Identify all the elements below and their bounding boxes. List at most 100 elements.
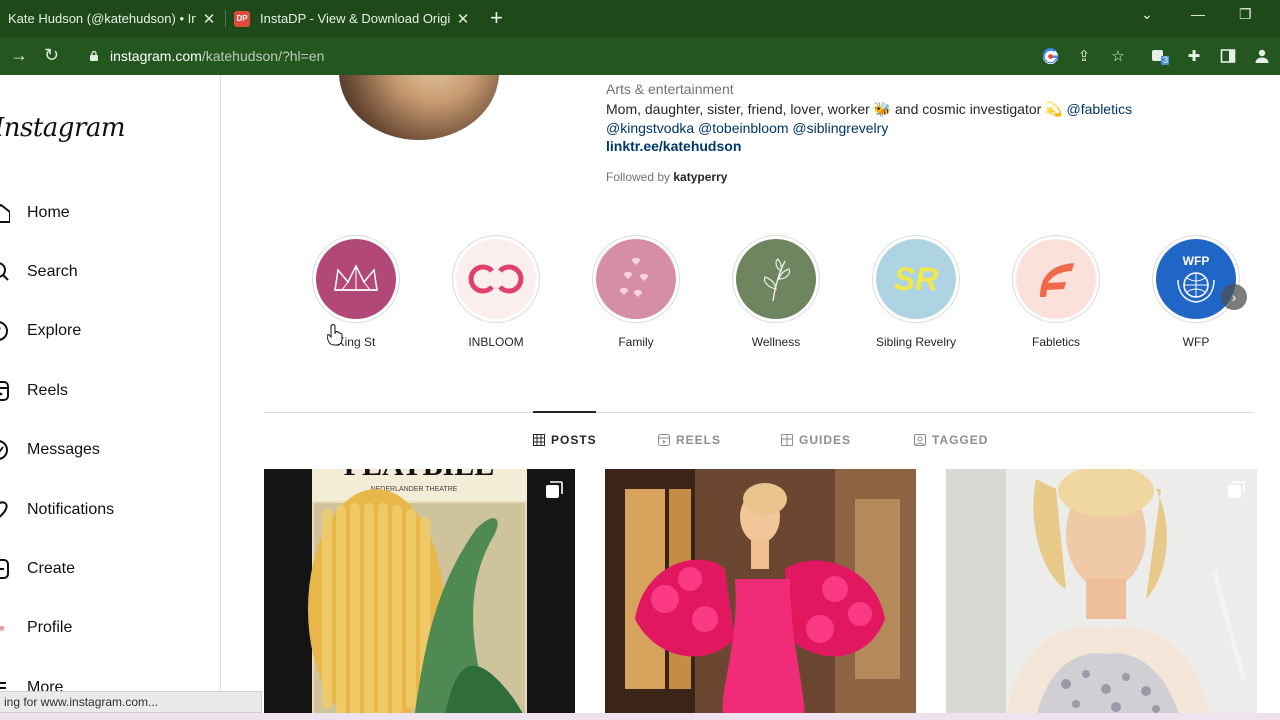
sidebar-item-label: Create: [27, 560, 76, 577]
instagram-logo[interactable]: Instagram: [0, 113, 126, 143]
address-bar: → ↻ instagram.com/katehudson/?hl=en ⇪ ☆ …: [0, 37, 1280, 75]
followed-prefix: Followed by: [606, 170, 674, 184]
url-host: instagram.com: [110, 48, 202, 64]
tab-title: InstaDP - View & Download Original: [260, 11, 450, 26]
sidebar-item-label: Reels: [27, 382, 68, 399]
sidebar-item-profile[interactable]: Profile: [0, 613, 72, 643]
profile-avatar[interactable]: [339, 75, 499, 140]
sidebar-item-label: Explore: [27, 322, 82, 339]
highlight-label: Family: [618, 335, 654, 349]
tab-label: TAGGED: [932, 433, 989, 447]
sidebar-item-reels[interactable]: Reels: [0, 376, 68, 406]
sibling-revelry-logo-icon: SR: [876, 239, 956, 319]
pink-gown-photo: [605, 469, 916, 720]
post-thumbnail[interactable]: [946, 469, 1257, 720]
sidebar-item-label: Search: [27, 263, 78, 280]
wfp-logo-icon: WFP: [1156, 239, 1236, 319]
new-tab-icon[interactable]: +: [490, 6, 503, 30]
bio-text: Mom, daughter, sister, friend, lover, wo…: [606, 101, 874, 117]
playbill-corn-image: PLAYBILL NEDERLANDER THEATRE: [264, 469, 575, 720]
url-input[interactable]: instagram.com/katehudson/?hl=en: [76, 42, 1076, 70]
followed-by-user-link[interactable]: katyperry: [673, 170, 727, 184]
profile-avatar-icon: [0, 626, 4, 631]
post-thumbnail[interactable]: [605, 469, 916, 720]
bio-mention-links[interactable]: @kingstvodka @tobeinbloom @siblingrevelr…: [606, 120, 888, 136]
highlight-fabletics[interactable]: Fabletics: [1008, 235, 1104, 349]
close-tab-icon[interactable]: ✕: [202, 10, 216, 28]
tab-label: GUIDES: [799, 433, 852, 447]
inbloom-logo-icon: [456, 239, 536, 319]
highlight-label: Wellness: [751, 335, 801, 349]
reels-icon: [0, 381, 9, 401]
sidebar-item-label: Profile: [27, 619, 73, 636]
tab-posts[interactable]: POSTS: [533, 433, 597, 447]
hearts-icon: [596, 239, 676, 319]
tab-guides[interactable]: GUIDES: [781, 433, 851, 447]
sidebar-item-home[interactable]: Home: [0, 198, 70, 228]
fabletics-logo-icon: [1016, 239, 1096, 319]
sidebar-item-messages[interactable]: Messages: [0, 435, 100, 465]
minimize-icon[interactable]: —: [1191, 6, 1205, 22]
playbill-title: PLAYBILL: [344, 469, 495, 482]
tab-title: Kate Hudson (@katehudson) • Instagram: [8, 11, 196, 26]
sidebar-item-notifications[interactable]: Notifications: [0, 495, 114, 525]
sidebar-item-label: Messages: [27, 441, 100, 458]
highlight-label: King St: [336, 335, 376, 349]
tab-tagged[interactable]: TAGGED: [914, 433, 988, 447]
extension-count: 3: [1163, 55, 1169, 65]
compass-icon: [0, 321, 8, 341]
side-panel-icon[interactable]: [1219, 47, 1237, 65]
sidebar-item-explore[interactable]: Explore: [0, 316, 81, 346]
browser-status-bubble: ing for www.instagram.com...: [0, 691, 262, 713]
messenger-icon: [0, 440, 8, 460]
followed-by-text: Followed by katyperry: [606, 170, 727, 184]
active-tab-indicator: [533, 411, 596, 413]
extension-badge-icon[interactable]: 3: [1151, 47, 1169, 65]
browser-tab-bar: Kate Hudson (@katehudson) • Instagram ✕ …: [0, 0, 1280, 37]
guides-icon: [781, 434, 793, 446]
extensions-puzzle-icon[interactable]: ✚: [1185, 47, 1203, 65]
bio-external-link[interactable]: linktr.ee/katehudson: [606, 138, 741, 154]
instadp-favicon-icon: DP: [234, 10, 250, 27]
google-icon[interactable]: [1041, 47, 1059, 65]
close-tab-icon[interactable]: ✕: [456, 10, 470, 28]
hand-cursor-icon: [327, 324, 343, 346]
bookmark-star-icon[interactable]: ☆: [1109, 47, 1127, 65]
url-path: /katehudson/?hl=en: [201, 48, 325, 64]
profile-bio: Mom, daughter, sister, friend, lover, wo…: [606, 100, 1246, 138]
browser-tab-instagram[interactable]: Kate Hudson (@katehudson) • Instagram ✕: [0, 0, 224, 37]
tab-reels[interactable]: REELS: [658, 433, 721, 447]
sidebar-item-label: Notifications: [27, 501, 115, 518]
lock-icon: [90, 50, 98, 61]
profile-category: Arts & entertainment: [606, 81, 734, 97]
forward-icon[interactable]: →: [10, 45, 28, 66]
highlight-family[interactable]: Family: [588, 235, 684, 349]
sidebar-item-label: Home: [27, 204, 70, 221]
highlight-sibling-revelry[interactable]: SR Sibling Revelry: [868, 235, 964, 349]
search-icon: [0, 262, 9, 281]
bee-emoji-icon: 🐝: [873, 101, 892, 117]
tab-label: POSTS: [551, 433, 597, 447]
highlight-label: INBLOOM: [468, 335, 524, 349]
sidebar-item-search[interactable]: Search: [0, 257, 78, 287]
highlight-label: Sibling Revelry: [875, 335, 957, 349]
highlight-wellness[interactable]: Wellness: [728, 235, 824, 349]
restore-icon[interactable]: ❐: [1239, 6, 1252, 23]
bio-text: and cosmic investigator: [891, 101, 1046, 117]
bio-mention-link[interactable]: @fabletics: [1067, 101, 1133, 117]
tagged-user-icon: [914, 434, 926, 446]
leaf-branch-icon: [736, 239, 816, 319]
home-icon: [0, 203, 10, 223]
tab-search-chevron-icon[interactable]: ⌄: [1141, 6, 1153, 23]
reload-icon[interactable]: ↻: [44, 45, 59, 66]
tab-label: REELS: [676, 433, 722, 447]
highlight-king-st[interactable]: King St: [308, 235, 404, 349]
sidebar-item-create[interactable]: Create: [0, 554, 75, 584]
post-thumbnail[interactable]: PLAYBILL NEDERLANDER THEATRE: [264, 469, 575, 720]
tabs-divider: [264, 412, 1254, 413]
profile-avatar-icon[interactable]: [1253, 47, 1271, 65]
browser-tab-instadp[interactable]: DP InstaDP - View & Download Original ✕: [226, 0, 478, 37]
highlights-next-chevron-icon[interactable]: ›: [1221, 284, 1247, 310]
share-icon[interactable]: ⇪: [1075, 47, 1093, 65]
highlight-inbloom[interactable]: INBLOOM: [448, 235, 544, 349]
